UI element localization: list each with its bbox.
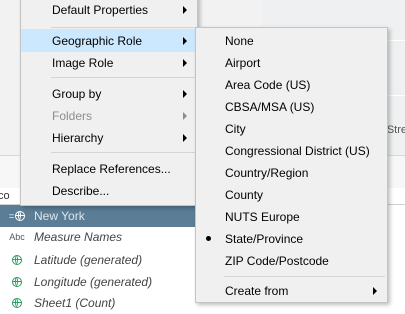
submenu-arrow-icon (183, 37, 187, 45)
globe-icon (0, 298, 34, 308)
role-city[interactable]: City (196, 117, 387, 140)
pane-label: co (0, 190, 10, 202)
menu-item-hierarchy[interactable]: Hierarchy (21, 126, 197, 149)
menu-item-folders[interactable]: Folders (21, 104, 197, 127)
globe-icon (0, 255, 34, 265)
menu-item-geographic-role[interactable]: Geographic Role (21, 29, 197, 52)
role-state-province[interactable]: State/Province (196, 227, 387, 250)
role-zip-code[interactable]: ZIP Code/Postcode (196, 249, 387, 272)
role-congressional-district[interactable]: Congressional District (US) (196, 139, 387, 162)
field-new-york[interactable]: = New York (0, 205, 200, 227)
globe-icon (0, 277, 34, 287)
field-longitude[interactable]: Longitude (generated) (0, 271, 200, 293)
submenu-arrow-icon (183, 112, 187, 120)
menu-item-default-properties[interactable]: Default Properties (21, 0, 197, 21)
geographic-role-submenu: None Airport Area Code (US) CBSA/MSA (US… (195, 27, 388, 303)
context-menu: Default Properties Geographic Role Image… (20, 0, 198, 206)
menu-separator (224, 276, 385, 277)
map-street-label: Stre (386, 124, 405, 136)
submenu-arrow-icon (183, 59, 187, 67)
menu-separator (51, 77, 195, 78)
field-sheet1-count[interactable]: Sheet1 (Count) (0, 292, 200, 314)
menu-item-replace-references[interactable]: Replace References... (21, 157, 197, 180)
menu-separator (51, 152, 195, 153)
role-none[interactable]: None (196, 29, 387, 52)
field-latitude[interactable]: Latitude (generated) (0, 249, 200, 271)
menu-separator (51, 27, 195, 28)
menu-item-group-by[interactable]: Group by (21, 82, 197, 105)
submenu-arrow-icon (373, 287, 377, 295)
role-area-code[interactable]: Area Code (US) (196, 73, 387, 96)
menu-item-image-role[interactable]: Image Role (21, 51, 197, 74)
menu-item-describe[interactable]: Describe... (21, 179, 197, 202)
menu-item-create-from[interactable]: Create from (196, 279, 387, 302)
role-airport[interactable]: Airport (196, 51, 387, 74)
role-country-region[interactable]: Country/Region (196, 161, 387, 184)
submenu-arrow-icon (183, 134, 187, 142)
submenu-arrow-icon (183, 6, 187, 14)
globe-icon: = (0, 211, 34, 221)
role-cbsa-msa[interactable]: CBSA/MSA (US) (196, 95, 387, 118)
field-measure-names[interactable]: Abc Measure Names (0, 226, 200, 248)
checked-bullet-icon (206, 236, 211, 241)
role-nuts-europe[interactable]: NUTS Europe (196, 205, 387, 228)
role-county[interactable]: County (196, 183, 387, 206)
abc-icon: Abc (9, 232, 25, 242)
submenu-arrow-icon (183, 90, 187, 98)
